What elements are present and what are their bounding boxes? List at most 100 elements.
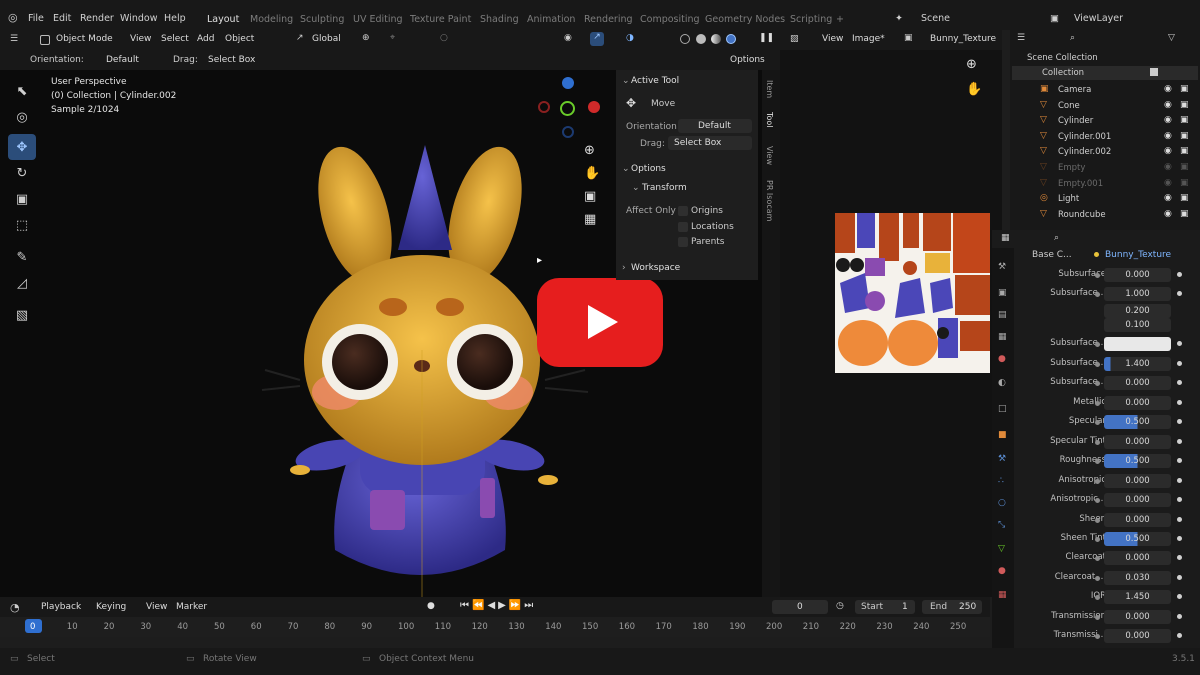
- socket-dot-icon[interactable]: [1095, 498, 1100, 503]
- socket-dot-icon[interactable]: [1095, 292, 1100, 297]
- tab-pr-isocam[interactable]: PR Isocam: [765, 180, 774, 221]
- wireframe-shading-icon[interactable]: [680, 34, 690, 44]
- keyframe-dot-icon[interactable]: [1177, 291, 1182, 296]
- move-tool-icon[interactable]: ✥: [8, 134, 36, 160]
- render-camera-icon[interactable]: ▣: [1180, 84, 1189, 94]
- outliner-filter-icon[interactable]: ▽: [1168, 33, 1175, 43]
- properties-type-icon[interactable]: ▦: [1001, 233, 1010, 243]
- data-props-icon[interactable]: ▽: [998, 544, 1005, 554]
- socket-dot-icon[interactable]: [1095, 615, 1100, 620]
- tab-compositing[interactable]: Compositing: [640, 14, 700, 25]
- image-editor[interactable]: ⊕ ✋: [780, 30, 1002, 597]
- parents-checkbox[interactable]: [678, 237, 688, 247]
- options-header[interactable]: Options: [631, 164, 666, 174]
- solid-shading-icon[interactable]: [696, 34, 706, 44]
- keyframe-dot-icon[interactable]: [1177, 439, 1182, 444]
- scene-name[interactable]: Scene: [921, 13, 950, 24]
- tab-modeling[interactable]: Modeling: [250, 14, 293, 25]
- socket-dot-icon[interactable]: [1095, 381, 1100, 386]
- playback-controls-icon[interactable]: ⏮⏪◀▶⏩⏭: [460, 600, 536, 611]
- img-menu-image[interactable]: Image*: [852, 34, 885, 44]
- rotate-tool-icon[interactable]: ↻: [8, 160, 36, 186]
- collection-row[interactable]: Collection: [1042, 68, 1084, 82]
- menu-help[interactable]: Help: [164, 13, 186, 24]
- render-camera-icon[interactable]: ▣: [1180, 193, 1189, 203]
- menu-view[interactable]: View: [130, 34, 151, 44]
- property-value-field[interactable]: 0.200: [1104, 304, 1171, 318]
- tab-animation[interactable]: Animation: [527, 14, 575, 25]
- np-orientation-dropdown[interactable]: Default: [698, 121, 731, 131]
- start-frame-field[interactable]: 1: [902, 602, 908, 612]
- property-value-field[interactable]: 0.000: [1104, 268, 1171, 282]
- outliner-item-label[interactable]: Cylinder.002: [1058, 147, 1111, 157]
- gizmo-y-axis[interactable]: [560, 101, 575, 116]
- material-props-icon[interactable]: ●: [998, 566, 1006, 576]
- outliner-row[interactable]: ▽ Roundcube ◉ ▣: [1020, 209, 1198, 223]
- socket-dot-icon[interactable]: [1095, 479, 1100, 484]
- locations-checkbox[interactable]: [678, 222, 688, 232]
- render-camera-icon[interactable]: ▣: [1180, 146, 1189, 156]
- ortho-grid-icon[interactable]: ▦: [584, 212, 596, 227]
- visibility-eye-icon[interactable]: ◉: [1164, 209, 1172, 219]
- tab-layout[interactable]: Layout: [207, 14, 239, 25]
- outliner-row[interactable]: ▽ Cone ◉ ▣: [1020, 100, 1198, 114]
- property-value-field[interactable]: 0.000: [1104, 513, 1171, 527]
- tool-props-icon[interactable]: ⚒: [998, 262, 1006, 272]
- menu-add[interactable]: Add: [197, 34, 214, 44]
- active-tool-header[interactable]: Active Tool: [631, 76, 679, 86]
- render-camera-icon[interactable]: ▣: [1180, 178, 1189, 188]
- outliner-item-label[interactable]: Empty.001: [1058, 179, 1103, 189]
- properties-search-icon[interactable]: ⌕: [1054, 233, 1059, 243]
- property-value-field[interactable]: 0.500: [1104, 415, 1171, 429]
- property-value-field[interactable]: 1.400: [1104, 357, 1171, 371]
- keyframe-dot-icon[interactable]: [1177, 575, 1182, 580]
- gizmo-neg-z-axis[interactable]: [562, 126, 574, 138]
- texture-socket-icon[interactable]: [1094, 252, 1099, 257]
- collection-checkbox[interactable]: [1150, 68, 1158, 76]
- tab-sculpting[interactable]: Sculpting: [300, 14, 344, 25]
- image-editor-type-icon[interactable]: ▨: [790, 34, 799, 44]
- transform-tool-icon[interactable]: ⬚: [8, 212, 36, 238]
- collection-props-icon[interactable]: □: [998, 404, 1007, 414]
- view-layer-name[interactable]: ViewLayer: [1074, 13, 1123, 24]
- tab-texture-paint[interactable]: Texture Paint: [410, 14, 471, 25]
- proportional-icon[interactable]: ○: [440, 33, 448, 43]
- tab-uv-editing[interactable]: UV Editing: [353, 14, 403, 25]
- editor-type-icon[interactable]: ☰: [10, 34, 18, 44]
- keyframe-dot-icon[interactable]: [1177, 419, 1182, 424]
- mode-selector[interactable]: Object Mode: [56, 34, 113, 44]
- property-value-field[interactable]: 0.000: [1104, 396, 1171, 410]
- menu-select[interactable]: Select: [161, 34, 189, 44]
- socket-dot-icon[interactable]: [1095, 342, 1100, 347]
- transform-orientation[interactable]: Global: [312, 34, 341, 44]
- visibility-eye-icon[interactable]: ◉: [1164, 131, 1172, 141]
- keyframe-dot-icon[interactable]: [1177, 497, 1182, 502]
- record-icon[interactable]: ●: [427, 601, 435, 611]
- np-drag-dropdown[interactable]: Select Box: [674, 138, 721, 148]
- socket-dot-icon[interactable]: [1095, 537, 1100, 542]
- visibility-eye-icon[interactable]: ◉: [1164, 146, 1172, 156]
- timeline-type-icon[interactable]: ◔: [10, 601, 20, 614]
- outliner-type-icon[interactable]: ☰: [1017, 33, 1025, 43]
- gizmo-neg-x-axis[interactable]: [538, 101, 550, 113]
- visibility-eye-icon[interactable]: ◉: [1164, 178, 1172, 188]
- menu-timeline-view[interactable]: View: [146, 602, 167, 612]
- pan-hand-icon[interactable]: ✋: [584, 166, 600, 181]
- texture-props-icon[interactable]: ▦: [998, 590, 1007, 600]
- scene-collection-row[interactable]: Scene Collection: [1027, 53, 1098, 67]
- socket-dot-icon[interactable]: [1095, 576, 1100, 581]
- visibility-eye-icon[interactable]: ◉: [1164, 193, 1172, 203]
- outliner-row[interactable]: ▽ Cylinder ◉ ▣: [1020, 115, 1198, 129]
- keyframe-dot-icon[interactable]: [1177, 341, 1182, 346]
- keyframe-dot-icon[interactable]: [1177, 594, 1182, 599]
- menu-playback[interactable]: Playback: [41, 602, 81, 612]
- tab-geometry-nodes[interactable]: Geometry Nodes: [705, 14, 785, 25]
- collapse-transform-icon[interactable]: ⌄: [632, 183, 640, 193]
- gizmo-x-axis[interactable]: [588, 101, 600, 113]
- visibility-eye-icon[interactable]: ◉: [1164, 84, 1172, 94]
- property-value-field[interactable]: 0.000: [1104, 551, 1171, 565]
- render-camera-icon[interactable]: ▣: [1180, 162, 1189, 172]
- orientation-dropdown[interactable]: Default: [106, 55, 139, 65]
- end-frame-field[interactable]: 250: [959, 602, 976, 612]
- socket-dot-icon[interactable]: [1095, 634, 1100, 639]
